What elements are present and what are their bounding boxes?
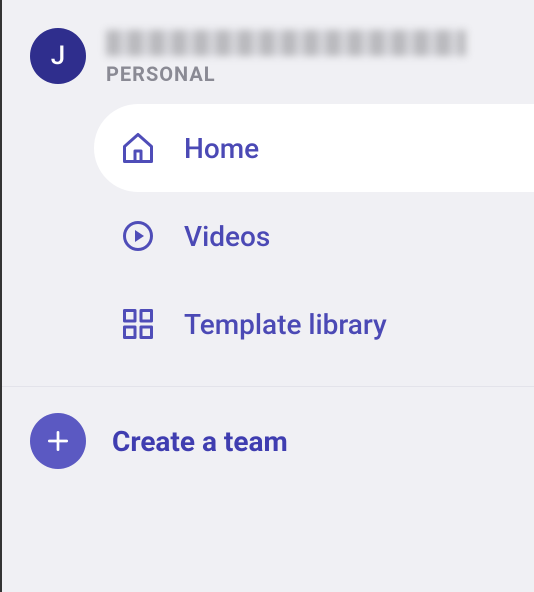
home-icon <box>120 130 156 166</box>
create-team-label: Create a team <box>112 425 288 458</box>
plus-icon <box>30 413 86 469</box>
sidebar-item-home[interactable]: Home <box>94 104 534 192</box>
play-circle-icon <box>120 218 156 254</box>
workspace-type-label: PERSONAL <box>106 62 534 86</box>
avatar-initial: J <box>51 41 65 71</box>
workspace-header[interactable]: J PERSONAL <box>2 28 534 86</box>
workspace-info: PERSONAL <box>106 28 534 86</box>
sidebar-item-videos[interactable]: Videos <box>2 192 534 280</box>
workspace-section: J PERSONAL Home Videos <box>2 0 534 368</box>
create-team-button[interactable]: Create a team <box>2 387 534 495</box>
sidebar-nav: Home Videos Template library <box>2 104 534 368</box>
sidebar-item-label: Home <box>184 132 259 165</box>
avatar[interactable]: J <box>30 28 86 84</box>
sidebar-item-label: Videos <box>184 220 270 253</box>
sidebar-item-templates[interactable]: Template library <box>2 280 534 368</box>
grid-icon <box>120 306 156 342</box>
sidebar-item-label: Template library <box>184 308 387 341</box>
workspace-name-redacted <box>106 30 466 56</box>
